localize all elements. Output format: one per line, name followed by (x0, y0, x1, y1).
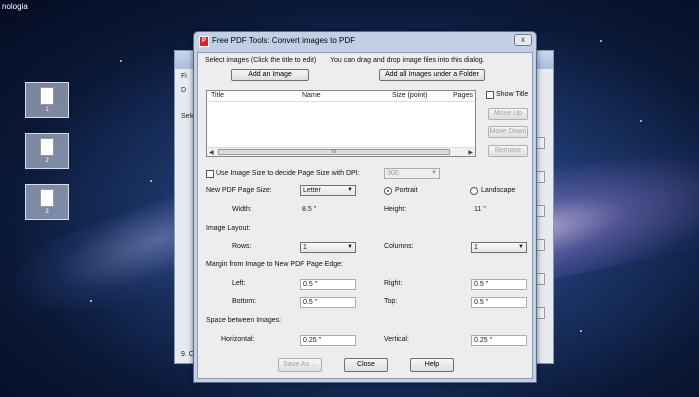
show-title-checkbox[interactable] (486, 91, 494, 99)
top-margin-label: Top: (384, 298, 398, 305)
chevron-down-icon: ▼ (518, 244, 524, 250)
star (120, 60, 122, 62)
desktop-icon-label: 1 (45, 107, 49, 113)
scroll-thumb[interactable]: III (218, 149, 450, 155)
top-margin-input[interactable]: 0.5 '' (471, 297, 527, 308)
save-as-button[interactable]: Save As ... (278, 358, 322, 372)
desktop-file-icon-2[interactable]: 2 (25, 133, 69, 169)
bottom-margin-label: Bottom: (232, 298, 257, 305)
vertical-space-label: Vertical: (384, 336, 409, 343)
desktop-file-icon-1[interactable]: 1 (25, 82, 69, 118)
dialog-titlebar[interactable]: P Free PDF Tools: Convert images to PDF … (194, 32, 536, 52)
desktop-file-icon-3[interactable]: 3 (25, 184, 69, 220)
drag-drop-hint: You can drag and drop image files into t… (330, 57, 485, 64)
right-margin-input[interactable]: 0.5 '' (471, 279, 527, 290)
columns-label: Columns: (384, 243, 414, 250)
move-up-button[interactable]: Move Up (488, 108, 528, 120)
horizontal-space-input[interactable]: 0.25 '' (300, 335, 356, 346)
rows-select[interactable]: 1 ▼ (300, 242, 356, 253)
dialog-title: Free PDF Tools: Convert images to PDF (212, 36, 356, 45)
dpi-select[interactable]: 300 ▼ (384, 168, 440, 179)
window-title-fragment: nologia (2, 2, 28, 11)
vertical-space-input[interactable]: 0.25 '' (471, 335, 527, 346)
image-list[interactable]: Title Name Size (point) Pages ◀ III ▶ (206, 90, 476, 157)
left-margin-input[interactable]: 0.5 '' (300, 279, 356, 290)
right-margin-label: Right: (384, 280, 403, 287)
chevron-down-icon: ▼ (431, 170, 437, 176)
page-size-value: Letter (303, 187, 321, 194)
star (90, 300, 92, 302)
width-label: Width: (232, 206, 252, 213)
column-size[interactable]: Size (point) (392, 92, 427, 99)
columns-value: 1 (474, 244, 478, 251)
convert-images-dialog: P Free PDF Tools: Convert images to PDF … (193, 31, 537, 383)
pdf-app-icon: P (199, 36, 209, 47)
document-icon (40, 87, 54, 105)
use-image-size-checkbox[interactable] (206, 170, 214, 178)
move-down-button[interactable]: Move Down (488, 126, 528, 138)
image-layout-label: Image Layout: (206, 225, 251, 232)
portrait-label: Portrait (395, 187, 418, 194)
landscape-radio[interactable] (470, 187, 478, 195)
landscape-label: Landscape (481, 187, 516, 194)
background-tool-fragment[interactable]: D (181, 87, 186, 94)
portrait-radio[interactable] (384, 187, 392, 195)
column-title[interactable]: Title (211, 92, 224, 99)
star (580, 330, 582, 332)
chevron-down-icon: ▼ (347, 244, 353, 250)
scroll-right-icon[interactable]: ▶ (468, 149, 473, 156)
close-button[interactable]: Close (344, 358, 388, 372)
star (640, 120, 642, 122)
desktop-icon-label: 2 (45, 158, 49, 164)
column-name[interactable]: Name (302, 92, 321, 99)
background-tab-fragment[interactable]: Fi (181, 73, 187, 80)
document-icon (40, 189, 54, 207)
add-image-button[interactable]: Add an Image (231, 69, 309, 81)
star (600, 40, 602, 42)
space-between-label: Space between Images: (206, 317, 282, 324)
show-title-label: Show Title (496, 91, 529, 98)
desktop-icon-label: 3 (45, 209, 49, 215)
horizontal-scrollbar[interactable]: ◀ III ▶ (207, 147, 475, 156)
help-button[interactable]: Help (410, 358, 454, 372)
rows-value: 1 (303, 244, 307, 251)
column-pages[interactable]: Pages (453, 92, 473, 99)
left-margin-label: Left: (232, 280, 246, 287)
columns-select[interactable]: 1 ▼ (471, 242, 527, 253)
add-folder-button[interactable]: Add all Images under a Folder (379, 69, 485, 81)
margin-label: Margin from Image to New PDF Page Edge: (206, 261, 343, 268)
chevron-down-icon: ▼ (347, 187, 353, 193)
use-image-size-label: Use Image Size to decide Page Size with … (216, 170, 360, 177)
select-images-label: Select images (Click the title to edit) (205, 57, 317, 64)
star (150, 180, 152, 182)
dialog-client-area: Select images (Click the title to edit) … (197, 52, 533, 379)
height-value: 11 '' (474, 206, 486, 213)
bottom-margin-input[interactable]: 0.5 '' (300, 297, 356, 308)
image-list-header: Title Name Size (point) Pages (207, 91, 475, 102)
scroll-left-icon[interactable]: ◀ (209, 149, 214, 156)
document-icon (40, 138, 54, 156)
horizontal-space-label: Horizontal: (221, 336, 255, 343)
height-label: Height: (384, 206, 407, 213)
window-close-button[interactable]: x (514, 34, 532, 46)
width-value: 8.5 '' (302, 206, 317, 213)
page-size-label: New PDF Page Size: (206, 187, 272, 194)
dpi-value: 300 (387, 170, 399, 177)
page-size-select[interactable]: Letter ▼ (300, 185, 356, 196)
remove-button[interactable]: Remove (488, 145, 528, 157)
rows-label: Rows: (232, 243, 252, 250)
